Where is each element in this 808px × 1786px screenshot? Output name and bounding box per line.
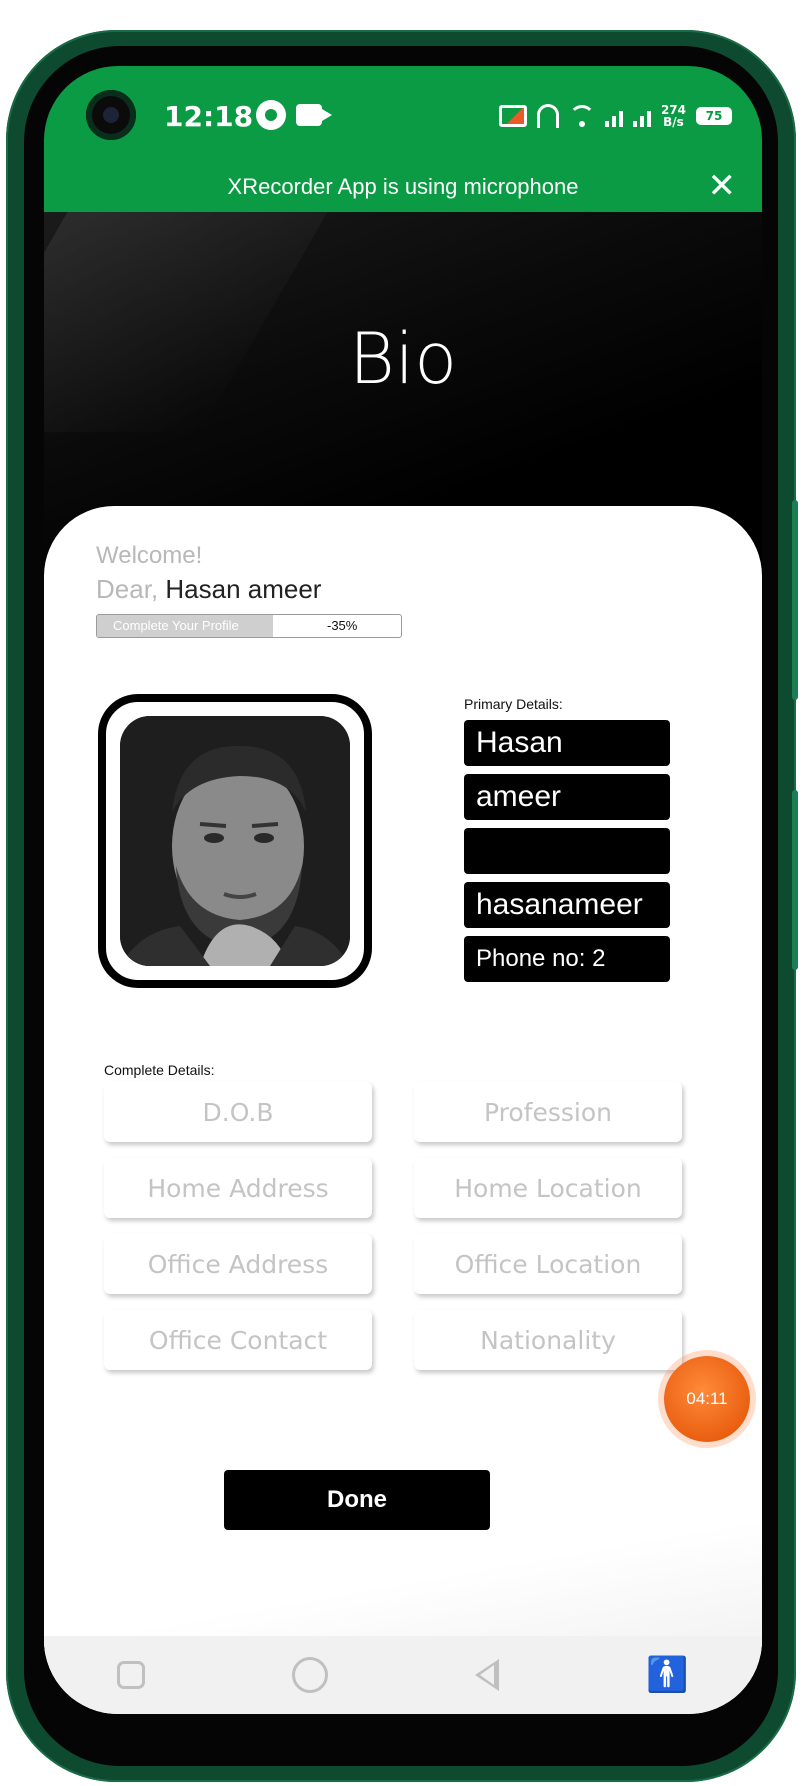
first-name-field[interactable]: Hasan (464, 720, 670, 766)
mic-notification-text: XRecorder App is using microphone (227, 174, 579, 199)
cast-icon (498, 105, 527, 127)
front-camera (86, 90, 136, 140)
home-icon[interactable] (292, 1657, 329, 1693)
side-button (792, 500, 798, 700)
primary-details-label: Primary Details: (464, 696, 563, 712)
profile-photo[interactable] (120, 716, 350, 966)
recorder-timer-bubble[interactable]: 04:11 (664, 1356, 750, 1442)
home-address-button[interactable]: Home Address (104, 1158, 372, 1218)
back-icon[interactable] (475, 1659, 500, 1691)
network-speed-unit: B/s (663, 115, 684, 129)
whatsapp-icon (256, 100, 286, 130)
email-field[interactable] (464, 828, 670, 874)
complete-details-label: Complete Details: (104, 1062, 215, 1078)
signal-icon (604, 105, 623, 127)
dob-button[interactable]: D.O.B (104, 1082, 372, 1142)
status-bar: 12:18 274 B/s 75 XRecorder App is using … (44, 66, 762, 212)
side-button-lower (792, 790, 798, 970)
status-icons: 274 B/s 75 (498, 96, 732, 136)
battery-icon: 75 (696, 107, 732, 125)
accessibility-icon[interactable]: 🚹 (646, 1658, 688, 1692)
welcome-text: Welcome! (96, 542, 203, 569)
done-button[interactable]: Done (224, 1470, 490, 1530)
username-field[interactable]: hasanameer (464, 882, 670, 928)
profession-button[interactable]: Profession (414, 1082, 682, 1142)
status-time: 12:18 (164, 100, 254, 133)
office-location-button[interactable]: Office Location (414, 1234, 682, 1294)
recent-apps-icon[interactable] (117, 1661, 146, 1689)
dear-prefix: Dear, (96, 574, 166, 604)
mic-notification[interactable]: XRecorder App is using microphone ✕ (44, 162, 762, 212)
user-name: Hasan ameer (165, 574, 322, 604)
profile-photo-frame[interactable] (98, 694, 372, 988)
close-icon[interactable]: ✕ (708, 166, 737, 206)
office-address-button[interactable]: Office Address (104, 1234, 372, 1294)
last-name-field[interactable]: ameer (464, 774, 670, 820)
network-speed: 274 B/s (661, 104, 686, 128)
phone-field[interactable]: Phone no: 2 (464, 936, 670, 982)
progress-label: Complete Your Profile (113, 618, 239, 633)
nationality-button[interactable]: Nationality (414, 1310, 682, 1370)
progress-value: -35% (327, 618, 358, 633)
home-location-button[interactable]: Home Location (414, 1158, 682, 1218)
profile-progress-bar: Complete Your Profile -35% (96, 614, 402, 638)
video-call-icon (296, 104, 332, 126)
greeting-line: Dear, Hasan ameer (96, 574, 321, 605)
system-nav-bar: 🚹 (44, 1636, 762, 1714)
page-title: Bio (348, 318, 458, 400)
wifi-icon (568, 105, 595, 127)
signal-icon-2 (632, 105, 651, 127)
screen: 12:18 274 B/s 75 XRecorder App is using … (44, 66, 762, 1714)
profile-photo-image (120, 716, 350, 966)
headset-icon (536, 104, 559, 128)
office-contact-button[interactable]: Office Contact (104, 1310, 372, 1370)
